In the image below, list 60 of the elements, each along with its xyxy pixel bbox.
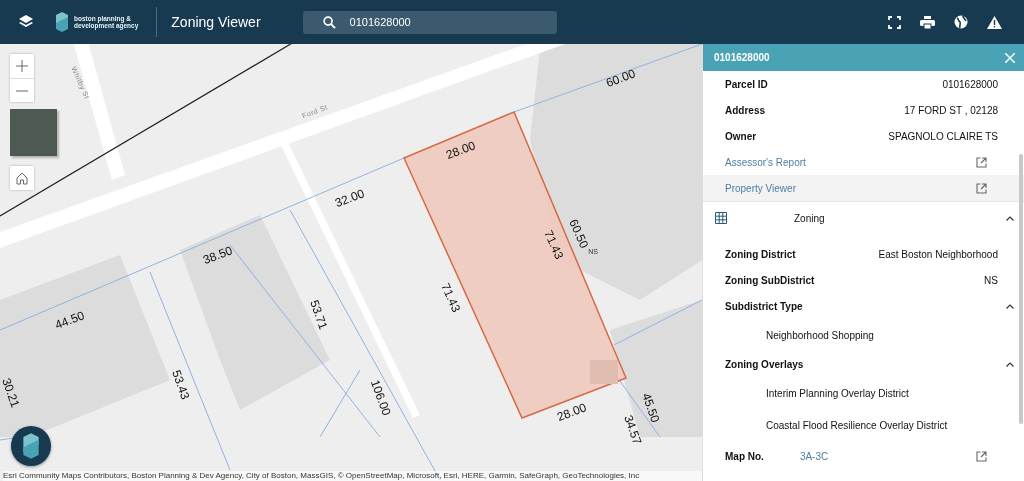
- map-label: 28.00: [555, 400, 589, 425]
- external-link-icon[interactable]: [976, 156, 987, 168]
- chevron-icon: [1006, 303, 1014, 309]
- field-value: 17 FORD ST , 02128: [904, 104, 998, 116]
- list-item: Interim Planning Overlay District: [765, 386, 910, 401]
- group-header[interactable]: Zoning Overlays: [703, 351, 1024, 377]
- map-label: 71.43: [438, 281, 464, 315]
- list-item: Neighborhood Shopping: [765, 328, 875, 343]
- logo-button[interactable]: [11, 426, 51, 466]
- map-label: 30.21: [0, 376, 23, 410]
- map-label: 53.43: [169, 368, 193, 402]
- map-label: 44.50: [53, 308, 87, 333]
- print-icon[interactable]: [920, 15, 935, 29]
- home-icon: [16, 171, 28, 185]
- external-link-icon[interactable]: [976, 450, 987, 462]
- close-icon[interactable]: [1005, 52, 1015, 63]
- grid-icon: [715, 212, 727, 224]
- logo-icon: [54, 11, 70, 33]
- field-value: SPAGNOLO CLAIRE TS: [888, 130, 998, 142]
- map-attribution: Esri Community Maps Contributors, Boston Planning & Dev Agency, City of Boston, MassGIS, © OpenStreetMap, Microsoft, Esri, HERE, Garmin, SafeGraph, GeoTechnologies, Inc: [3, 471, 702, 481]
- plus-icon: [16, 60, 28, 72]
- scrollbar[interactable]: [1019, 154, 1023, 424]
- map-number-link[interactable]: 3A-3C: [799, 450, 829, 462]
- map-label: 60.00: [604, 66, 638, 91]
- field-label: Owner: [725, 130, 757, 142]
- external-link-icon[interactable]: [976, 182, 987, 194]
- group-header[interactable]: Subdistrict Type: [703, 293, 1024, 319]
- link-row[interactable]: Assessor's Report: [703, 149, 1024, 175]
- link-row[interactable]: Property Viewer: [703, 175, 1024, 201]
- list-item: Coastal Flood Resilience Overlay District: [765, 418, 949, 433]
- map-label: 38.50: [201, 243, 235, 268]
- warning-icon[interactable]: [987, 15, 1002, 29]
- layers-icon[interactable]: [18, 14, 34, 30]
- chevron-icon: [1006, 361, 1014, 367]
- field-label: Zoning District: [725, 248, 796, 260]
- field-value: East Boston Neighborhood: [878, 248, 998, 260]
- field-label: Address: [725, 104, 765, 116]
- field-value: 0101628000: [942, 78, 998, 90]
- field-label: Map No.: [725, 450, 764, 462]
- home-button[interactable]: [10, 166, 34, 190]
- report-link[interactable]: Assessor's Report: [725, 156, 806, 168]
- logo-icon: [20, 432, 42, 460]
- report-link[interactable]: Property Viewer: [725, 182, 796, 194]
- fullscreen-icon[interactable]: [888, 15, 901, 29]
- map-label: 106.00: [367, 378, 394, 418]
- panel-title: 0101628000: [714, 52, 770, 63]
- map-label: 71.43: [541, 228, 567, 262]
- map-label: 28.00: [444, 138, 478, 163]
- app-title: Zoning Viewer: [171, 14, 261, 30]
- map-label: 32.00: [333, 186, 367, 211]
- chevron-icon: [1006, 215, 1014, 221]
- field-value: NS: [984, 274, 998, 286]
- globe-icon[interactable]: [954, 15, 968, 29]
- map-label: 53.71: [307, 298, 331, 332]
- field-label: Zoning SubDistrict: [725, 274, 815, 286]
- field-label: Parcel ID: [725, 78, 768, 90]
- section-title: Zoning: [794, 212, 825, 224]
- search-icon: [322, 15, 336, 29]
- minus-icon: [16, 89, 28, 92]
- search-field[interactable]: 0101628000: [302, 10, 557, 34]
